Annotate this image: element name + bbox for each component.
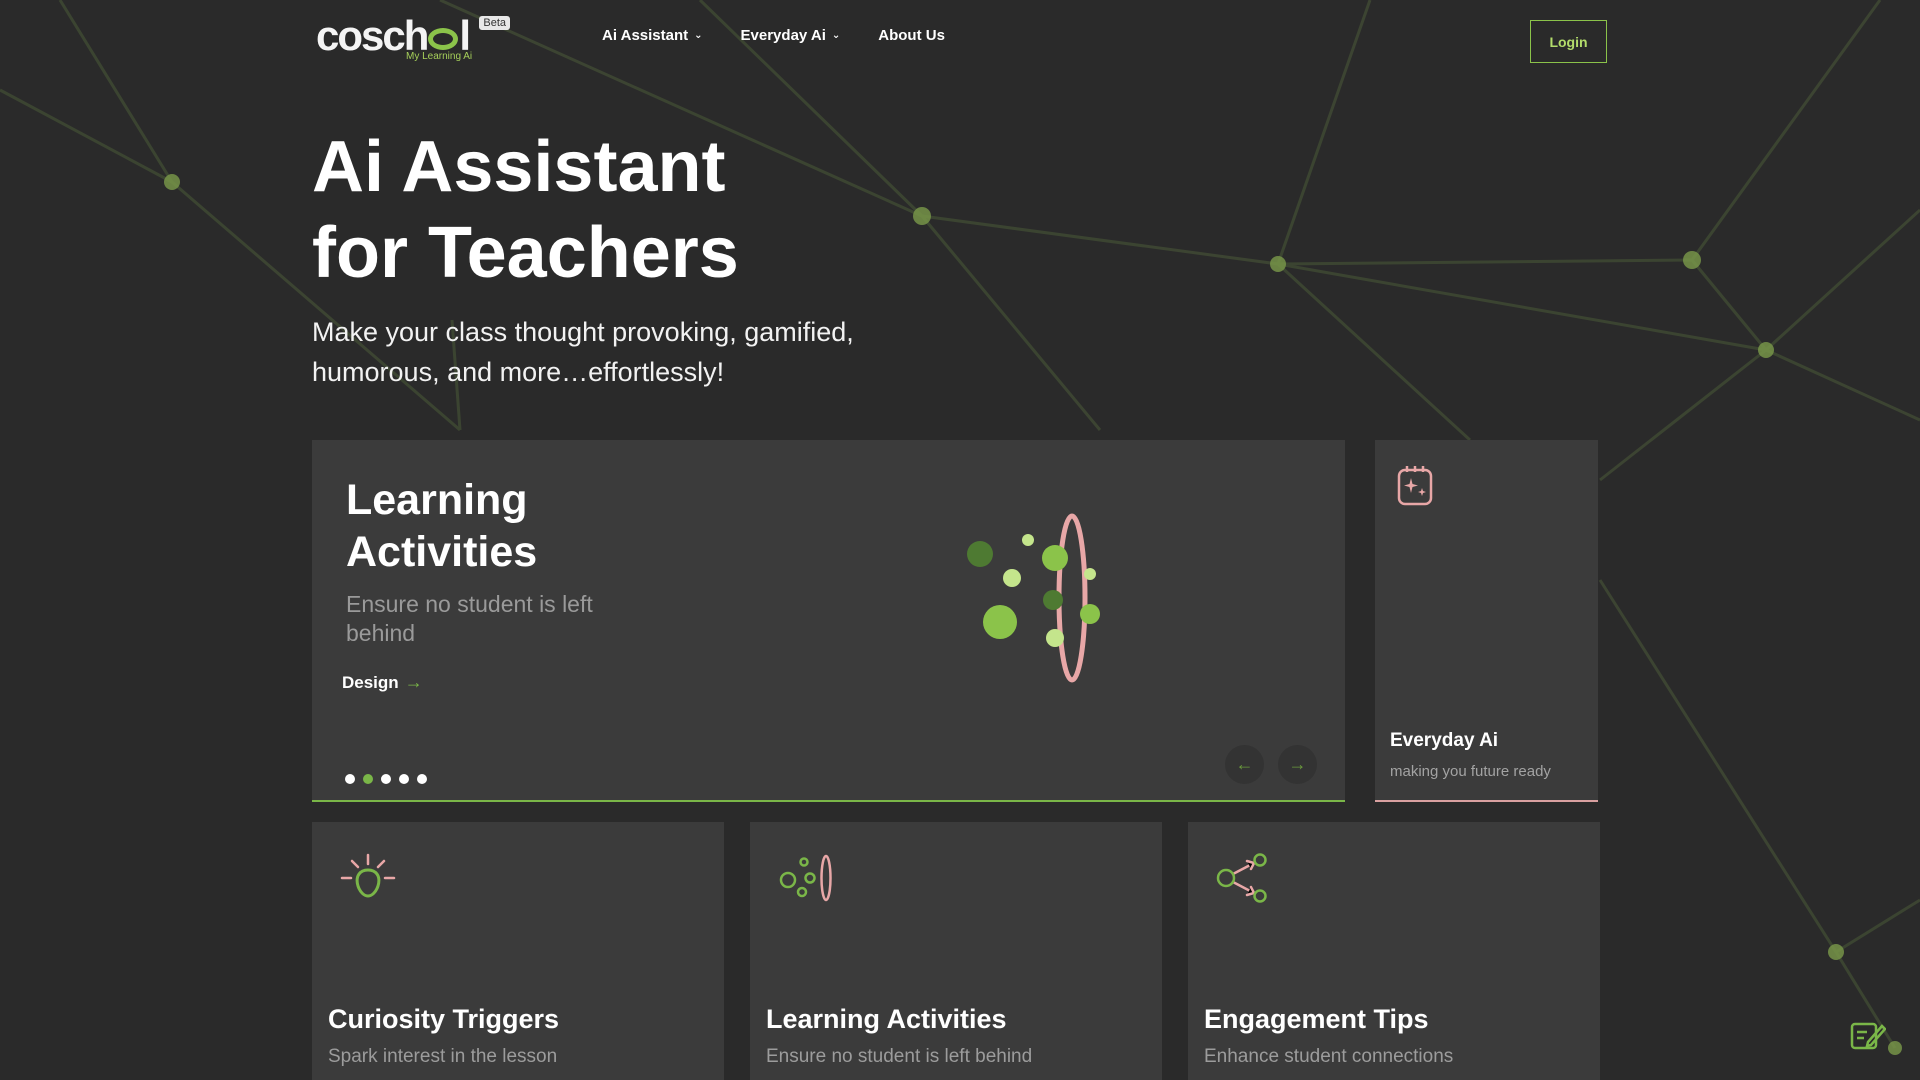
carousel-dot-4[interactable] [399,774,409,784]
design-link-label: Design [342,672,399,692]
arrow-left-icon: ← [1235,754,1254,774]
nav-everyday-ai-label: Everyday Ai [740,27,826,44]
calendar-sparkle-icon [1397,466,1433,506]
login-button[interactable]: Login [1530,20,1607,63]
curiosity-triggers-subtitle: Spark interest in the lesson [328,1046,558,1067]
carousel-dot-3[interactable] [381,774,391,784]
nav-about-us[interactable]: About Us [878,27,945,44]
hero-title: Ai Assistant for Teachers [312,124,739,296]
nav-about-us-label: About Us [878,27,945,44]
carousel-dot-2[interactable] [363,774,373,784]
nav-ai-assistant[interactable]: Ai Assistant ⌄ [602,27,703,44]
everyday-ai-subtitle: making you future ready [1390,763,1551,780]
hero-title-line1: Ai Assistant [312,127,726,207]
logo[interactable]: cosch l Beta My Learning Ai [316,14,512,68]
logo-tagline: My Learning Ai [406,51,473,62]
carousel-next-button[interactable]: → [1278,745,1317,784]
bubbles-ring-illustration [967,513,1100,683]
engagement-tips-card[interactable]: Engagement Tips Enhance student connecti… [1188,822,1600,1080]
beta-badge: Beta [479,16,510,30]
carousel-title: Learning Activities [346,476,538,576]
arrow-right-icon: → [1288,754,1307,774]
design-link[interactable]: Design → [342,672,423,693]
carousel-subtitle: Ensure no student is left behind [346,591,593,646]
carousel-dot-1[interactable] [345,774,355,784]
bubbles-ring-icon [779,854,832,902]
everyday-ai-card[interactable]: Everyday Ai making you future ready [1375,440,1598,802]
main-nav: Ai Assistant ⌄ Everyday Ai ⌄ About Us [602,27,983,44]
engagement-tips-subtitle: Enhance student connections [1204,1046,1454,1067]
curiosity-triggers-card[interactable]: Curiosity Triggers Spark interest in the… [312,822,724,1080]
engagement-tips-title: Engagement Tips [1204,1004,1429,1034]
carousel-prev-button[interactable]: ← [1225,745,1264,784]
share-nodes-icon [1216,853,1267,903]
learning-activities-subtitle: Ensure no student is left behind [766,1046,1033,1067]
carousel-card: Learning Activities Ensure no student is… [312,440,1345,802]
edit-note-icon[interactable] [1850,1020,1886,1052]
carousel-dots [345,774,427,784]
chevron-down-icon: ⌄ [694,30,703,41]
hero-subtitle: Make your class thought provoking, gamif… [312,317,854,387]
hero-title-line2: for Teachers [312,213,739,293]
learning-activities-title: Learning Activities [766,1004,1007,1034]
lightbulb-icon [340,853,396,898]
nav-everyday-ai[interactable]: Everyday Ai ⌄ [741,27,841,44]
learning-activities-card[interactable]: Learning Activities Ensure no student is… [750,822,1162,1080]
nav-ai-assistant-label: Ai Assistant [602,27,689,44]
everyday-ai-title: Everyday Ai [1390,730,1499,751]
chevron-down-icon: ⌄ [831,30,841,41]
carousel-dot-5[interactable] [417,774,427,784]
arrow-right-icon: → [404,672,423,692]
curiosity-triggers-title: Curiosity Triggers [328,1004,560,1034]
